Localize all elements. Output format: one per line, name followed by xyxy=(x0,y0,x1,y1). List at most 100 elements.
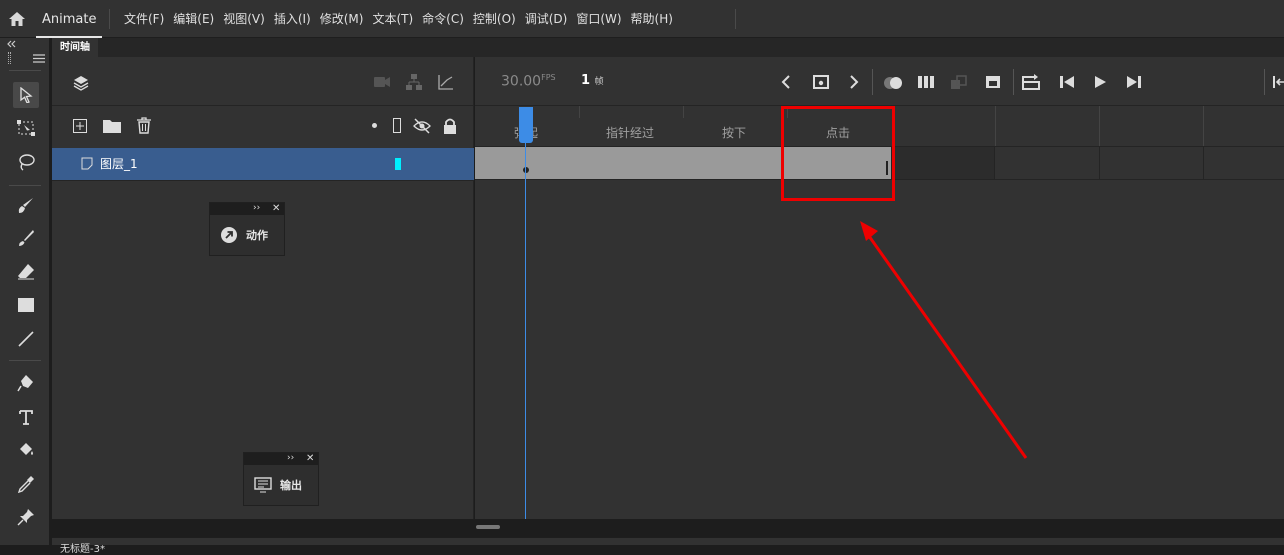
lock-icon[interactable] xyxy=(443,118,457,134)
panel-titlebar[interactable]: ›› ✕ xyxy=(244,453,318,465)
play-icon[interactable] xyxy=(1093,75,1107,89)
next-keyframe-icon[interactable] xyxy=(848,75,860,89)
new-layer-icon[interactable] xyxy=(73,119,87,133)
ruler-label-down: 按下 xyxy=(722,126,747,140)
menu-help[interactable]: 帮助(H) xyxy=(631,0,673,38)
menu-debug[interactable]: 调试(D) xyxy=(525,0,568,38)
actions-panel[interactable]: ›› ✕ 动作 xyxy=(209,202,285,256)
divider xyxy=(52,105,474,106)
close-icon[interactable]: ✕ xyxy=(272,203,280,214)
step-back-icon[interactable] xyxy=(1059,75,1075,89)
collapse-icon[interactable] xyxy=(6,40,16,48)
toolbar-separator xyxy=(1013,69,1014,95)
horizontal-scrollbar[interactable] xyxy=(476,525,500,529)
copy-frames-icon[interactable] xyxy=(950,75,968,91)
app-name[interactable]: Animate xyxy=(36,0,103,38)
ruler-tick xyxy=(683,106,684,118)
edit-multiple-frames-icon[interactable] xyxy=(917,75,935,89)
menu-control[interactable]: 控制(O) xyxy=(473,0,516,38)
insert-keyframe-icon[interactable] xyxy=(813,75,829,89)
step-forward-icon[interactable] xyxy=(1126,75,1142,89)
ruler-tick xyxy=(579,106,580,118)
ruler-tick xyxy=(995,106,996,146)
paint-bucket-tool-icon[interactable] xyxy=(13,437,39,463)
layer-row[interactable]: 图层_1 xyxy=(52,148,474,180)
selection-tool-icon[interactable] xyxy=(13,82,39,108)
annotation-highlight-box xyxy=(781,106,895,201)
hamburger-icon[interactable] xyxy=(33,54,45,63)
delete-icon[interactable] xyxy=(137,117,151,134)
outline-layers-icon[interactable] xyxy=(393,118,401,133)
keyframe-dot[interactable] xyxy=(523,167,529,173)
paste-frames-icon[interactable] xyxy=(985,75,1001,89)
text-tool-icon[interactable] xyxy=(13,404,39,430)
layer-outline-color[interactable] xyxy=(395,158,401,170)
layers-icon[interactable] xyxy=(72,74,90,92)
document-tab[interactable]: 无标题-3* xyxy=(60,540,105,555)
layer-name[interactable]: 图层_1 xyxy=(100,148,138,180)
ruler-label-over: 指针经过 xyxy=(606,126,655,140)
loop-icon[interactable] xyxy=(1022,74,1040,90)
free-transform-tool-icon[interactable] xyxy=(13,115,39,141)
output-panel[interactable]: ›› ✕ 输出 xyxy=(243,452,319,506)
tab-timeline[interactable]: 时间轴 xyxy=(52,38,98,57)
playhead-line xyxy=(525,115,526,519)
rectangle-tool-icon[interactable] xyxy=(13,292,39,318)
divider xyxy=(52,180,474,181)
pin-tool-icon[interactable] xyxy=(13,504,39,530)
frame-divider xyxy=(1203,147,1204,179)
tool-separator xyxy=(9,70,41,71)
expand-icon[interactable]: ›› xyxy=(253,203,260,214)
menu-file[interactable]: 文件(F) xyxy=(124,0,164,38)
graph-icon[interactable] xyxy=(438,74,454,90)
toolbar-separator xyxy=(1264,69,1265,95)
menu-window[interactable]: 窗口(W) xyxy=(576,0,621,38)
home-icon[interactable] xyxy=(8,10,26,28)
tool-separator xyxy=(9,360,41,361)
close-icon[interactable]: ✕ xyxy=(306,453,314,464)
layer-panel: 图层_1 ›› ✕ 动作 ›› ✕ 输出 xyxy=(52,57,474,519)
menu-modify[interactable]: 修改(M) xyxy=(320,0,364,38)
line-tool-icon[interactable] xyxy=(13,326,39,352)
menu-insert[interactable]: 插入(I) xyxy=(274,0,311,38)
panel-tab-bar: 时间轴 xyxy=(52,38,1284,57)
fps-display[interactable]: 30.00FPS xyxy=(501,73,556,90)
brush-tool-icon[interactable] xyxy=(13,225,39,251)
tools-panel xyxy=(0,38,50,545)
current-frame-display[interactable]: 1 帧 xyxy=(581,73,604,88)
actions-icon xyxy=(221,227,237,243)
menu-bar: Animate 文件(F) 编辑(E) 视图(V) 插入(I) 修改(M) 文本… xyxy=(0,0,1284,38)
main-menu: 文件(F) 编辑(E) 视图(V) 插入(I) 修改(M) 文本(T) 命令(C… xyxy=(124,0,682,38)
paint-brush-tool-icon[interactable] xyxy=(13,192,39,218)
frame-empty[interactable] xyxy=(891,147,995,179)
toolbar-separator xyxy=(872,69,873,95)
camera-icon[interactable] xyxy=(373,75,391,89)
menu-text[interactable]: 文本(T) xyxy=(372,0,413,38)
menu-separator xyxy=(735,9,736,29)
highlight-layers-icon[interactable] xyxy=(372,123,377,128)
frame-divider xyxy=(1099,147,1100,179)
lasso-tool-icon[interactable] xyxy=(13,149,39,175)
actions-label: 动作 xyxy=(246,229,268,242)
panel-titlebar[interactable]: ›› ✕ xyxy=(210,203,284,215)
playhead[interactable] xyxy=(519,107,533,143)
hide-layers-icon[interactable] xyxy=(413,118,431,134)
eyedropper-tool-icon[interactable] xyxy=(13,471,39,497)
new-folder-icon[interactable] xyxy=(103,119,121,133)
menu-view[interactable]: 视图(V) xyxy=(223,0,265,38)
expand-icon[interactable]: ›› xyxy=(287,453,294,464)
grip-icon[interactable] xyxy=(8,52,11,64)
output-icon xyxy=(254,477,272,493)
ruler-tick xyxy=(1203,106,1204,146)
menu-commands[interactable]: 命令(C) xyxy=(422,0,464,38)
eraser-tool-icon[interactable] xyxy=(13,258,39,284)
menu-edit[interactable]: 编辑(E) xyxy=(173,0,214,38)
output-label: 输出 xyxy=(280,479,302,492)
pen-tool-icon[interactable] xyxy=(13,370,39,396)
layer-parenting-icon[interactable] xyxy=(405,73,423,91)
previous-keyframe-icon[interactable] xyxy=(780,75,792,89)
collapse-panel-icon[interactable] xyxy=(1273,75,1284,89)
onion-skin-icon[interactable] xyxy=(883,76,903,90)
ruler-tick xyxy=(1099,106,1100,146)
document-tab-bar: 无标题-3* xyxy=(52,537,1284,555)
